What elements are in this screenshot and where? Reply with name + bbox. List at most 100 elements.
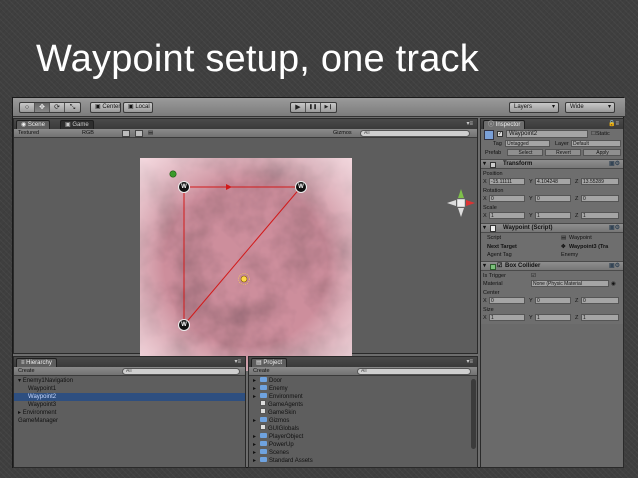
scale-tool-button[interactable]: ⤡ [65,103,80,112]
project-scrollbar[interactable] [471,379,476,449]
project-item[interactable]: ▸ Gizmos [249,416,469,425]
tab-scene[interactable]: ◉ Scene [16,120,50,129]
project-item[interactable]: GUIGlobals [249,424,469,433]
object-picker-icon[interactable]: ◉ [611,280,616,288]
prefab-select-button[interactable]: Select [507,149,543,156]
scale-x-field[interactable]: 1 [489,212,525,219]
waypoint-marker-3[interactable]: W [178,319,190,331]
agent-tag-value[interactable]: Enemy [561,251,578,259]
scale-z-field[interactable]: 1 [581,212,619,219]
static-checkbox[interactable]: ☐Static [591,130,610,138]
tag-dropdown[interactable]: Untagged [505,140,550,147]
component-settings-icon[interactable]: ▣⚙ [609,224,620,233]
object-name-field[interactable]: Waypoint2 [506,130,588,138]
box-collider-title: Box Collider [505,263,541,269]
foldout-collapsed-icon[interactable]: ▸ [253,377,260,385]
pane-menu-icon[interactable]: ▾≡ [466,120,473,127]
pivot-local-toggle[interactable]: ▣ Local [123,102,153,113]
step-button[interactable]: ▶❙ [321,103,336,112]
position-x-field[interactable]: -15.11111 [489,178,525,185]
position-z-field[interactable]: 13.55289 [581,178,619,185]
foldout-collapsed-icon[interactable]: ▸ [253,385,260,393]
project-item[interactable]: GameAgents [249,400,469,409]
fx-toggle-icon[interactable]: ▤ [148,129,153,138]
position-y-field[interactable]: 4.104248 [535,178,571,185]
material-field[interactable]: None (Physic Material [531,280,609,287]
prefab-apply-button[interactable]: Apply [583,149,621,156]
project-item[interactable]: ▸ Environment [249,392,469,401]
scale-y-field[interactable]: 1 [535,212,571,219]
rotate-tool-button[interactable]: ⟳ [50,103,65,112]
pause-button[interactable]: ❚❚ [306,103,321,112]
is-trigger-checkbox[interactable]: ☑ [531,272,536,280]
project-item[interactable]: ▸ Scenes [249,448,469,457]
project-item[interactable]: ▸ PlayerObject [249,432,469,441]
hierarchy-item[interactable]: Waypoint3 [14,401,245,409]
project-create-dropdown[interactable]: Create [253,367,270,376]
tab-inspector[interactable]: ⓘ Inspector [483,120,526,129]
foldout-collapsed-icon[interactable]: ▸ [253,417,260,425]
scene-search-input[interactable]: All [360,130,470,137]
waypoint-marker-2[interactable]: W [295,181,307,193]
pivot-center-toggle[interactable]: ▣ Center [90,102,121,113]
tab-game[interactable]: ▣ Game [60,120,94,129]
hierarchy-item[interactable]: Waypoint1 [14,385,245,393]
waypoint-marker-1[interactable]: W [178,181,190,193]
audio-toggle-icon[interactable] [135,130,143,137]
hierarchy-create-dropdown[interactable]: Create [18,367,35,376]
size-z-field[interactable]: 1 [581,314,619,321]
box-collider-header[interactable]: ▾ ☑ Box Collider ▣⚙ [481,261,623,271]
center-z-field[interactable]: 0 [581,297,619,304]
script-value[interactable]: Waypoint [569,234,592,242]
foldout-collapsed-icon[interactable]: ▸ [253,393,260,401]
rotation-y-field[interactable]: 0 [535,195,571,202]
foldout-collapsed-icon[interactable]: ▸ [253,457,260,465]
tab-project[interactable]: ▤ Project [251,358,288,367]
size-y-field[interactable]: 1 [535,314,571,321]
component-settings-icon[interactable]: ▣⚙ [609,160,620,169]
center-x-field[interactable]: 0 [489,297,525,304]
project-item[interactable]: ▸ Door [249,377,469,385]
foldout-arrow-icon: ▾ [483,225,487,231]
component-settings-icon[interactable]: ▣⚙ [609,262,620,271]
project-item[interactable]: ▸ PowerUp [249,440,469,449]
layout-dropdown[interactable]: Wide [565,102,615,113]
foldout-collapsed-icon[interactable]: ▸ [253,441,260,449]
active-checkbox[interactable]: ✓ [497,131,503,137]
scene-orientation-gizmo-icon[interactable] [446,188,476,218]
rotation-z-field[interactable]: 0 [581,195,619,202]
lighting-toggle-icon[interactable] [122,130,130,137]
project-item[interactable]: ▸ Enemy [249,384,469,393]
foldout-collapsed-icon[interactable]: ▸ [253,449,260,457]
scene-viewport[interactable]: W W W [14,138,477,371]
render-mode-dropdown[interactable]: Textured [18,129,39,138]
pane-menu-icon[interactable]: ▾≡ [234,358,241,365]
size-x-field[interactable]: 1 [489,314,525,321]
hierarchy-item[interactable]: ▾ Enemy1Navigation [14,377,245,385]
project-search-input[interactable]: All [357,368,471,375]
foldout-collapsed-icon[interactable]: ▸ [253,433,260,441]
hierarchy-search-input[interactable]: All [122,368,240,375]
next-target-value[interactable]: Waypoint3 (Tra [569,243,608,251]
enabled-checkbox[interactable]: ☑ [497,262,502,271]
hierarchy-item[interactable]: GameManager [14,417,245,425]
project-item[interactable]: ▸ Standard Assets [249,456,469,465]
play-button[interactable]: ▶ [291,103,306,112]
hierarchy-item[interactable]: ▸ Environment [14,409,245,417]
tab-hierarchy[interactable]: ≡ Hierarchy [16,358,57,367]
project-item[interactable]: GameSkin [249,408,469,417]
rotation-x-field[interactable]: 0 [489,195,525,202]
prefab-revert-button[interactable]: Revert [545,149,581,156]
layers-dropdown[interactable]: Layers [509,102,559,113]
hand-tool-button[interactable]: ○ [20,103,35,112]
inspector-lock-icon[interactable]: 🔒≡ [608,120,619,127]
move-tool-button[interactable]: ✥ [35,103,50,112]
center-y-field[interactable]: 0 [535,297,571,304]
hierarchy-item[interactable]: Waypoint2 [14,393,245,401]
pane-menu-icon[interactable]: ▾≡ [466,358,473,365]
gizmos-dropdown[interactable]: Gizmos [333,129,352,138]
color-mode-dropdown[interactable]: RGB [82,129,94,138]
layer-dropdown[interactable]: Default [571,140,621,147]
waypoint-script-header[interactable]: ▾ Waypoint (Script) ▣⚙ [481,223,623,233]
transform-header[interactable]: ▾ Transform ▣⚙ [481,159,623,169]
